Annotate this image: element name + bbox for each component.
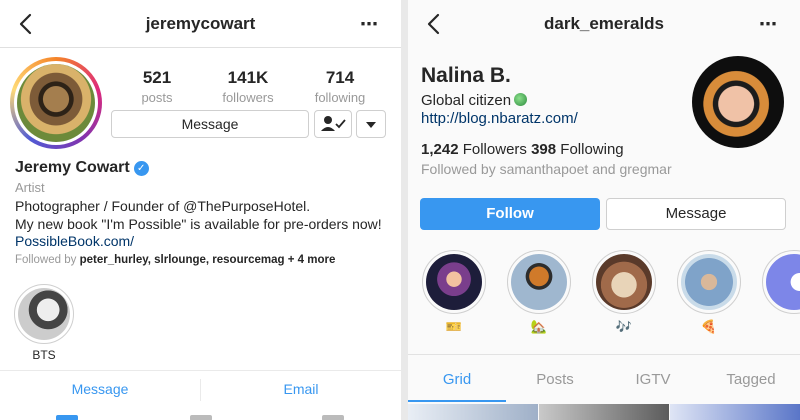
- left-header: jeremycowart ⋯: [0, 0, 401, 48]
- caret-down-icon: [366, 122, 376, 128]
- avatar-image: [17, 64, 95, 142]
- followed-by-and: and: [592, 161, 616, 177]
- more-options-icon[interactable]: ⋯: [360, 14, 379, 35]
- follow-counts: 1,242 Followers 398 Following: [421, 141, 624, 158]
- tab-posts[interactable]: Posts: [506, 371, 604, 388]
- followed-by-user-1: samanthapoet: [499, 161, 589, 177]
- highlight-bts[interactable]: [14, 284, 74, 344]
- followed-by-text[interactable]: Followed by peter_hurley, slrlounge, res…: [15, 254, 335, 266]
- contact-email-button[interactable]: Email: [201, 381, 401, 397]
- more-options-icon[interactable]: ⋯: [759, 14, 778, 35]
- profile-tabs: Grid Posts IGTV Tagged: [408, 354, 800, 402]
- following-count[interactable]: 398: [531, 141, 556, 158]
- person-check-icon: [321, 116, 346, 131]
- stat-following[interactable]: 714 following: [300, 68, 380, 105]
- story-label-2: 🏡: [530, 319, 548, 334]
- grid-thumbnail-1[interactable]: [408, 404, 538, 420]
- story-label-3: 🎶: [615, 319, 633, 334]
- right-profile-panel: dark_emeralds ⋯ Nalina B. Global citizen…: [408, 0, 800, 420]
- followed-by-text[interactable]: Followed by samanthapoet and gregmar: [421, 161, 672, 177]
- followers-count[interactable]: 1,242: [421, 141, 459, 158]
- profile-category: Artist: [15, 180, 45, 195]
- active-tab-indicator: [408, 400, 506, 402]
- profile-name-text: Jeremy Cowart: [15, 159, 130, 176]
- profile-website-link[interactable]: http://blog.nbaratz.com/: [421, 110, 578, 127]
- left-profile-panel: jeremycowart ⋯ 521 posts 141K followers …: [0, 0, 401, 420]
- story-highlight-4[interactable]: [677, 250, 741, 314]
- story-image: [426, 254, 482, 310]
- profile-name: Nalina B.: [421, 64, 511, 87]
- story-label-1: 🎫: [445, 319, 463, 334]
- bio-line-1: Photographer / Founder of @ThePurposeHot…: [15, 198, 311, 214]
- tab-igtv[interactable]: IGTV: [604, 371, 702, 388]
- story-highlight-3[interactable]: [592, 250, 656, 314]
- followed-by-user-2: gregmar: [619, 161, 672, 177]
- suggestions-dropdown-button[interactable]: [356, 110, 386, 138]
- story-label-4: 🍕: [700, 319, 718, 334]
- tab-grid[interactable]: Grid: [408, 371, 506, 388]
- followed-by-users: peter_hurley, slrlounge, resourcemag: [79, 254, 285, 266]
- followers-label: followers: [222, 90, 274, 105]
- story-image: [766, 254, 800, 310]
- stat-posts[interactable]: 521 posts: [117, 68, 197, 105]
- profile-name: Jeremy Cowart ✓: [15, 159, 149, 177]
- followed-by-prefix: Followed by: [15, 254, 77, 266]
- follow-button[interactable]: Follow: [420, 198, 600, 230]
- followed-by-more: + 4 more: [287, 254, 336, 266]
- bio-text: Global citizen: [421, 92, 512, 109]
- posts-count: 521: [142, 68, 172, 87]
- grid-thumbnail-3[interactable]: [670, 404, 800, 420]
- tagged-tab-icon[interactable]: [322, 415, 344, 420]
- following-count: 714: [325, 68, 355, 87]
- message-button[interactable]: Message: [606, 198, 786, 230]
- story-image: [596, 254, 652, 310]
- profile-bio: Global citizen: [421, 92, 528, 109]
- story-highlight-1[interactable]: [422, 250, 486, 314]
- list-tab-icon[interactable]: [190, 415, 212, 420]
- followed-by-prefix: Followed by: [421, 161, 496, 177]
- story-highlight-2[interactable]: [507, 250, 571, 314]
- profile-bio: Photographer / Founder of @ThePurposeHot…: [15, 197, 382, 233]
- tab-tagged[interactable]: Tagged: [702, 371, 800, 388]
- contact-bar: Message Email: [0, 370, 401, 408]
- bio-line-2: My new book "I'm Possible" is available …: [15, 216, 382, 232]
- profile-avatar[interactable]: [692, 56, 784, 148]
- username-title: dark_emeralds: [543, 14, 665, 33]
- verified-badge-icon: ✓: [133, 161, 149, 176]
- contact-message-button[interactable]: Message: [0, 381, 200, 397]
- following-label[interactable]: Following: [560, 141, 623, 158]
- highlight-label: BTS: [32, 348, 56, 362]
- profile-website-link[interactable]: PossibleBook.com/: [15, 233, 134, 249]
- grid-thumbnail-2[interactable]: [539, 404, 669, 420]
- followers-count: 141K: [227, 68, 269, 87]
- right-header: dark_emeralds ⋯: [408, 0, 800, 48]
- stat-followers[interactable]: 141K followers: [208, 68, 288, 105]
- message-button[interactable]: Message: [111, 110, 309, 138]
- story-image: [681, 254, 737, 310]
- following-label: following: [314, 90, 366, 105]
- followers-label[interactable]: Followers: [463, 141, 527, 158]
- story-highlight-5[interactable]: [762, 250, 800, 314]
- following-status-button[interactable]: [314, 110, 352, 138]
- username-title: jeremycowart: [145, 14, 256, 33]
- highlight-image: [18, 288, 70, 340]
- grid-tab-icon[interactable]: [56, 415, 78, 420]
- story-image: [511, 254, 567, 310]
- globe-icon: [514, 93, 528, 106]
- posts-label: posts: [141, 90, 173, 105]
- profile-avatar[interactable]: [10, 57, 102, 149]
- panel-divider: [401, 0, 408, 420]
